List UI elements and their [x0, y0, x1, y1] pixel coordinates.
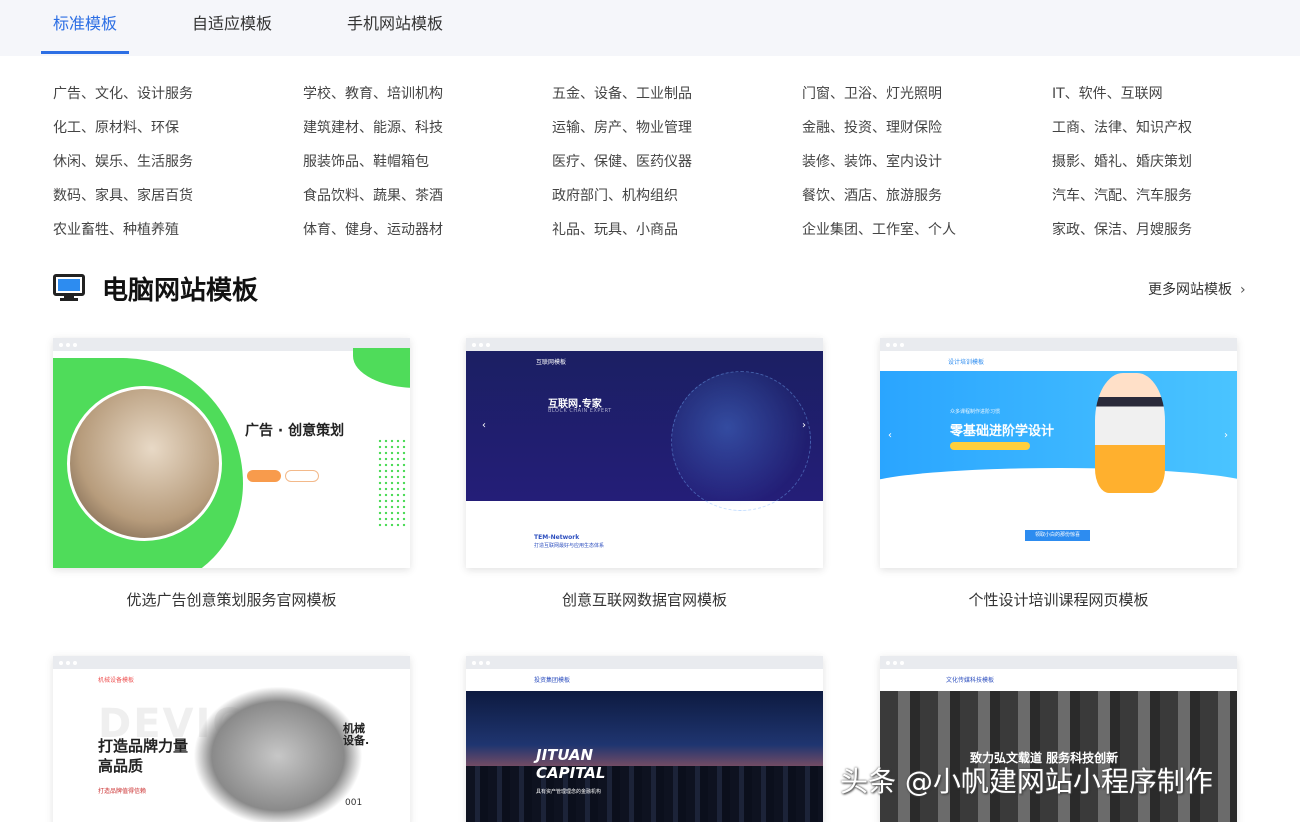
monitor-icon [53, 274, 85, 301]
category-link[interactable]: 家政、保洁、月嫂服务 [1052, 219, 1192, 239]
preview-decoration [880, 468, 1237, 508]
preview-logo: 机械设备模板 [98, 677, 135, 684]
globe-graphic [671, 371, 811, 511]
template-caption[interactable]: 个性设计培训课程网页模板 [880, 589, 1237, 610]
preview-button [247, 470, 281, 482]
preview-headline: JITUAN CAPITAL [536, 746, 605, 782]
category-link[interactable]: 汽车、汽配、汽车服务 [1052, 185, 1192, 205]
preview-logo: 文化传媒科技模板 [946, 677, 995, 684]
preview-logo: 互联网模板 [536, 359, 567, 366]
category-link[interactable]: 门窗、卫浴、灯光照明 [802, 83, 942, 103]
preview-photo [67, 386, 222, 541]
preview-hero [466, 351, 823, 511]
category-link[interactable]: 休闲、娱乐、生活服务 [53, 151, 193, 171]
preview-text: 打造互联网最好与应用生态体系 [534, 543, 605, 549]
category-link[interactable]: 摄影、婚礼、婚庆策划 [1052, 151, 1192, 171]
section-title: 电脑网站模板 [102, 276, 259, 306]
browser-chrome [53, 656, 410, 669]
category-link[interactable]: 医疗、保健、医药仪器 [552, 151, 692, 171]
category-link[interactable]: 广告、文化、设计服务 [53, 83, 193, 103]
category-link[interactable]: 礼品、玩具、小商品 [552, 219, 678, 239]
chevron-right-icon: › [1240, 282, 1246, 298]
template-caption[interactable]: 优选广告创意策划服务官网模板 [53, 589, 410, 610]
category-link[interactable]: IT、软件、互联网 [1052, 83, 1163, 103]
category-link[interactable]: 政府部门、机构组织 [552, 185, 678, 205]
tab-responsive[interactable]: 自适应模板 [192, 0, 272, 56]
tab-standard[interactable]: 标准模板 [40, 0, 130, 56]
preview-side-line: 设备. [343, 734, 370, 747]
category-link[interactable]: 工商、法律、知识产权 [1052, 117, 1192, 137]
chevron-right-icon: › [802, 420, 806, 431]
preview-headline: 打造品牌力量 高品质 [98, 736, 188, 776]
engine-graphic [193, 686, 363, 822]
template-preview: 投资集团模板 JITUAN CAPITAL 具有资产管理理念的金融机构 [466, 656, 823, 822]
browser-chrome [466, 656, 823, 669]
preview-decoration [377, 438, 407, 528]
template-caption[interactable]: 创意互联网数据官网模板 [466, 589, 823, 610]
template-tabbar: 标准模板 自适应模板 手机网站模板 [0, 0, 1300, 56]
category-link[interactable]: 农业畜牲、种植养殖 [53, 219, 179, 239]
preview-headline: 广告 · 创意策划 [245, 423, 345, 439]
preview-button: 领取小白的那份惊喜 [1025, 530, 1090, 541]
preview-headline-line: 高品质 [98, 757, 144, 775]
preview-logo: 设计培训模板 [948, 359, 985, 366]
category-link[interactable]: 食品饮料、蔬果、茶酒 [303, 185, 443, 205]
category-link[interactable]: 装修、装饰、室内设计 [802, 151, 942, 171]
more-templates-label: 更多网站模板 [1148, 282, 1232, 298]
template-preview: 机械设备模板 DEVICE 打造品牌力量 高品质 打造品牌值得信赖 机械 设备.… [53, 656, 410, 822]
category-link[interactable]: 化工、原材料、环保 [53, 117, 179, 137]
category-link[interactable]: 数码、家具、家居百货 [53, 185, 193, 205]
category-link[interactable]: 服装饰品、鞋帽箱包 [303, 151, 429, 171]
chevron-left-icon: ‹ [482, 420, 486, 431]
preview-illustration [1095, 373, 1165, 493]
preview-subtitle: BLOCK CHAIN EXPERT [548, 408, 612, 414]
category-link[interactable]: 运输、房产、物业管理 [552, 117, 692, 137]
preview-headline-line: 打造品牌力量 [98, 737, 189, 755]
preview-headline-line: JITUAN [536, 746, 594, 764]
preview-text: TEM-Network [534, 534, 580, 541]
chevron-right-icon: › [1224, 430, 1228, 441]
category-link[interactable]: 五金、设备、工业制品 [552, 83, 692, 103]
browser-chrome [880, 656, 1237, 669]
browser-chrome [466, 338, 823, 351]
template-preview: 广告 · 创意策划 [53, 338, 410, 568]
preview-text: 打造品牌值得信赖 [98, 788, 147, 795]
category-link[interactable]: 金融、投资、理财保险 [802, 117, 942, 137]
preview-subtitle: 具有资产管理理念的金融机构 [536, 789, 602, 795]
browser-chrome [880, 338, 1237, 351]
category-link[interactable]: 餐饮、酒店、旅游服务 [802, 185, 942, 205]
watermark-text: 头条 @小帆建网站小程序制作 [840, 765, 1213, 798]
preview-decoration [353, 348, 410, 388]
more-templates-link[interactable]: 更多网站模板 › [1148, 279, 1246, 299]
preview-headline: 零基础进阶学设计 [950, 424, 1055, 439]
preview-number: 001 [345, 798, 363, 808]
template-preview: 互联网模板 互联网.专家 BLOCK CHAIN EXPERT ‹ › TEM-… [466, 338, 823, 568]
template-preview: 设计培训模板 众多课程制作进阶习惯 零基础进阶学设计 领取小白的那份惊喜 ‹ › [880, 338, 1237, 568]
preview-hero [466, 691, 823, 822]
category-link[interactable]: 体育、健身、运动器材 [303, 219, 443, 239]
preview-decoration [950, 442, 1030, 450]
tab-mobile[interactable]: 手机网站模板 [347, 0, 443, 56]
preview-side-text: 机械 设备. [343, 723, 369, 747]
city-skyline [466, 766, 823, 822]
preview-logo: 投资集团模板 [534, 677, 571, 684]
category-link[interactable]: 企业集团、工作室、个人 [802, 219, 956, 239]
preview-headline-line: CAPITAL [536, 764, 606, 782]
chevron-left-icon: ‹ [888, 430, 892, 441]
category-link[interactable]: 建筑建材、能源、科技 [303, 117, 443, 137]
preview-text: 众多课程制作进阶习惯 [950, 409, 1001, 415]
category-link[interactable]: 学校、教育、培训机构 [303, 83, 443, 103]
preview-button [285, 470, 319, 482]
